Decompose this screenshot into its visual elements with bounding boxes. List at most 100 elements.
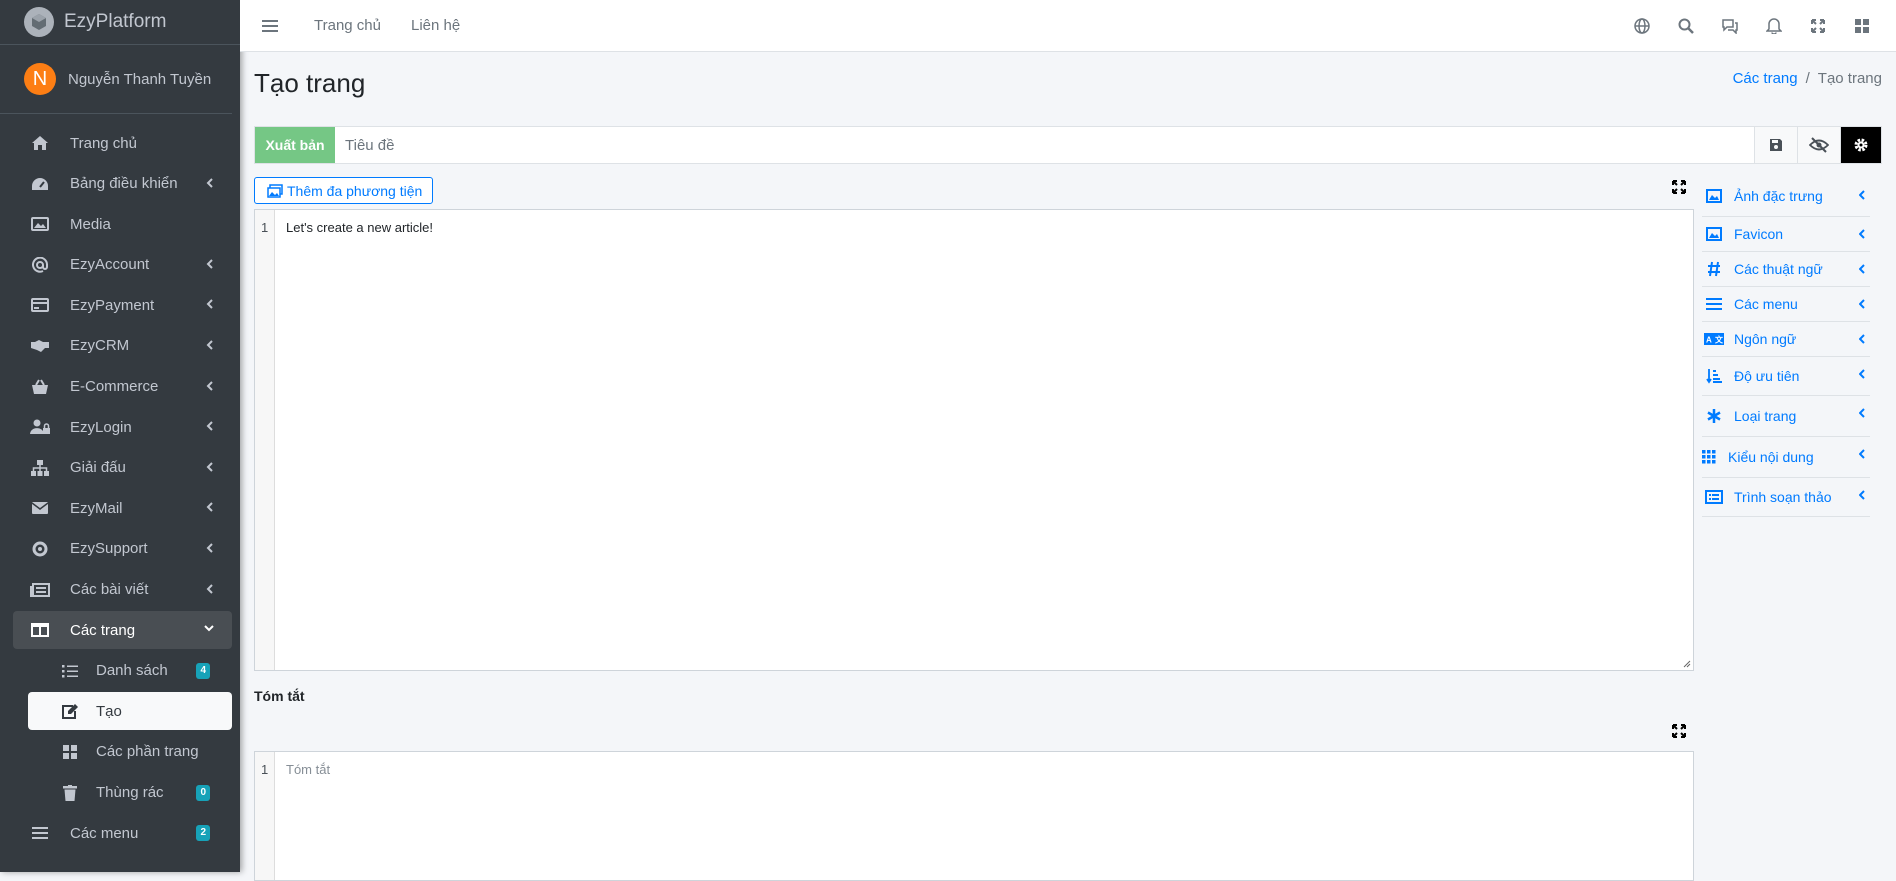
- chevron-left-icon: [206, 259, 214, 269]
- sidebar-subitem-page-sections[interactable]: Các phần trang: [28, 733, 232, 771]
- expand-editor-icon[interactable]: [1672, 180, 1686, 194]
- panel-item-priority[interactable]: Độ ưu tiên: [1702, 357, 1870, 396]
- sidebar-item-label: Trang chủ: [70, 134, 137, 152]
- chevron-left-icon: [1859, 449, 1866, 459]
- chevron-left-icon: [1859, 408, 1866, 418]
- sidebar-nav: Trang chủ Bảng điều khiển Media EzyAccou…: [0, 114, 240, 852]
- summary-placeholder: Tóm tắt: [286, 762, 331, 777]
- dashboard-icon: [30, 175, 50, 193]
- newspaper-icon: [30, 581, 50, 599]
- sidebar-subitem-list[interactable]: Danh sách 4: [28, 652, 232, 690]
- edit-icon: [60, 702, 80, 720]
- chevron-left-icon: [1859, 264, 1866, 274]
- panel-item-language[interactable]: A文 Ngôn ngữ: [1702, 322, 1870, 357]
- page-title: Tạo trang: [254, 68, 366, 98]
- breadcrumb-link-pages[interactable]: Các trang: [1733, 70, 1798, 87]
- panel-item-editor[interactable]: Trình soạn thảo: [1702, 478, 1870, 517]
- publish-button[interactable]: Xuất bản: [255, 127, 335, 163]
- save-button[interactable]: [1754, 127, 1797, 163]
- panel-item-label: Loại trang: [1734, 408, 1797, 424]
- sidebar-item-articles[interactable]: Các bài viết: [13, 571, 232, 609]
- sidebar-item-label: Các phần trang: [96, 743, 199, 761]
- line-gutter: 1: [255, 210, 275, 670]
- panel-item-content-type[interactable]: Kiểu nội dung: [1702, 437, 1870, 478]
- add-media-button[interactable]: Thêm đa phương tiện: [254, 177, 434, 204]
- panel-item-label: Các menu: [1734, 296, 1798, 312]
- sidebar-item-ezysupport[interactable]: EzySupport: [13, 530, 232, 568]
- sidebar-item-giai-dau[interactable]: Giải đấu: [13, 449, 232, 487]
- list-icon: [60, 662, 80, 680]
- summary-editor[interactable]: 1 Tóm tắt: [254, 751, 1694, 881]
- sidebar-item-home[interactable]: Trang chủ: [13, 124, 232, 162]
- user-panel[interactable]: N Nguyễn Thanh Tuyền: [0, 45, 232, 114]
- breadcrumb-separator: /: [1805, 70, 1810, 87]
- sidebar-item-label: Danh sách: [96, 662, 168, 680]
- sidebar-item-ezylogin[interactable]: EzyLogin: [13, 408, 232, 446]
- sidebar-item-menus[interactable]: Các menu 2: [13, 814, 232, 852]
- brand-logo-icon: [24, 7, 54, 37]
- chevron-down-icon: [204, 624, 214, 632]
- hide-preview-button[interactable]: [1797, 127, 1840, 163]
- chevron-left-icon: [206, 502, 214, 513]
- line-number: 1: [261, 762, 269, 777]
- panel-item-label: Favicon: [1734, 226, 1784, 242]
- brand-link[interactable]: EzyPlatform: [0, 0, 240, 45]
- sidebar-item-dashboard[interactable]: Bảng điều khiển: [13, 165, 232, 203]
- main-content: Tạo trang Các trang / Tạo trang Xuất bản T…: [240, 52, 1896, 881]
- topbar-link-contact[interactable]: Liên hệ: [411, 17, 460, 34]
- sidebar-item-ezymail[interactable]: EzyMail: [13, 489, 232, 527]
- image-icon: [1702, 189, 1726, 203]
- topbar-actions: [1620, 0, 1884, 51]
- envelope-icon: [30, 499, 50, 517]
- sidebar-subitem-trash[interactable]: Thùng rác 0: [28, 774, 232, 812]
- language-icon: A文: [1702, 333, 1726, 345]
- sidebar-item-label: EzyCRM: [70, 337, 130, 355]
- sidebar-item-ecommerce[interactable]: E-Commerce: [13, 368, 232, 406]
- comments-icon[interactable]: [1708, 18, 1752, 34]
- chevron-left-icon: [206, 340, 214, 350]
- summary-label: Tóm tắt: [254, 688, 305, 704]
- topbar-link-home[interactable]: Trang chủ: [314, 17, 381, 34]
- sidebar-item-ezyaccount[interactable]: EzyAccount: [13, 246, 232, 284]
- sidebar-item-ezycrm[interactable]: EzyCRM: [13, 327, 232, 365]
- settings-button[interactable]: [1840, 127, 1881, 163]
- globe-icon[interactable]: [1620, 17, 1664, 34]
- bars-icon: [1702, 297, 1726, 311]
- count-badge: 2: [196, 825, 210, 842]
- sidebar-item-pages[interactable]: Các trang: [13, 611, 232, 650]
- panel-item-featured-image[interactable]: Ảnh đặc trưng: [1702, 176, 1870, 217]
- panel-item-label: Trình soạn thảo: [1734, 489, 1832, 505]
- topbar: Trang chủ Liên hệ: [240, 0, 1896, 52]
- panel-item-favicon[interactable]: Favicon: [1702, 217, 1870, 252]
- resize-handle-icon[interactable]: [1683, 660, 1691, 668]
- panel-item-page-type[interactable]: Loại trang: [1702, 396, 1870, 437]
- chevron-left-icon: [206, 380, 214, 391]
- chevron-left-icon: [1859, 229, 1866, 239]
- content-editor[interactable]: 1 Let's create a new article!: [254, 209, 1694, 671]
- expand-icon[interactable]: [1796, 18, 1840, 33]
- panel-item-label: Ngôn ngữ: [1734, 331, 1797, 347]
- search-icon[interactable]: [1664, 18, 1708, 34]
- sidebar-item-label: EzySupport: [70, 540, 148, 558]
- handshake-icon: [30, 337, 50, 355]
- editor-content[interactable]: Let's create a new article!: [286, 220, 433, 235]
- image-icon: [1702, 227, 1726, 241]
- sidebar-item-label: Tạo: [96, 702, 122, 720]
- avatar: N: [24, 63, 56, 95]
- panel-item-terms[interactable]: Các thuật ngữ: [1702, 252, 1870, 287]
- asterisk-icon: [1702, 408, 1726, 424]
- title-input[interactable]: [335, 127, 1754, 163]
- expand-summary-icon[interactable]: [1672, 724, 1686, 738]
- gear-icon: [1853, 137, 1869, 153]
- panel-item-label: Ảnh đặc trưng: [1734, 188, 1823, 204]
- sitemap-icon: [30, 459, 50, 477]
- sidebar-item-ezypayment[interactable]: EzyPayment: [13, 286, 232, 324]
- apps-grid-icon[interactable]: [1840, 18, 1884, 34]
- bell-icon[interactable]: [1752, 17, 1796, 34]
- sidebar-subitem-create[interactable]: Tạo: [28, 692, 232, 731]
- panel-item-menus[interactable]: Các menu: [1702, 287, 1870, 322]
- image-icon: [30, 215, 50, 233]
- basket-icon: [30, 378, 50, 396]
- sidebar-item-media[interactable]: Media: [13, 205, 232, 243]
- hamburger-menu-icon[interactable]: [262, 19, 278, 33]
